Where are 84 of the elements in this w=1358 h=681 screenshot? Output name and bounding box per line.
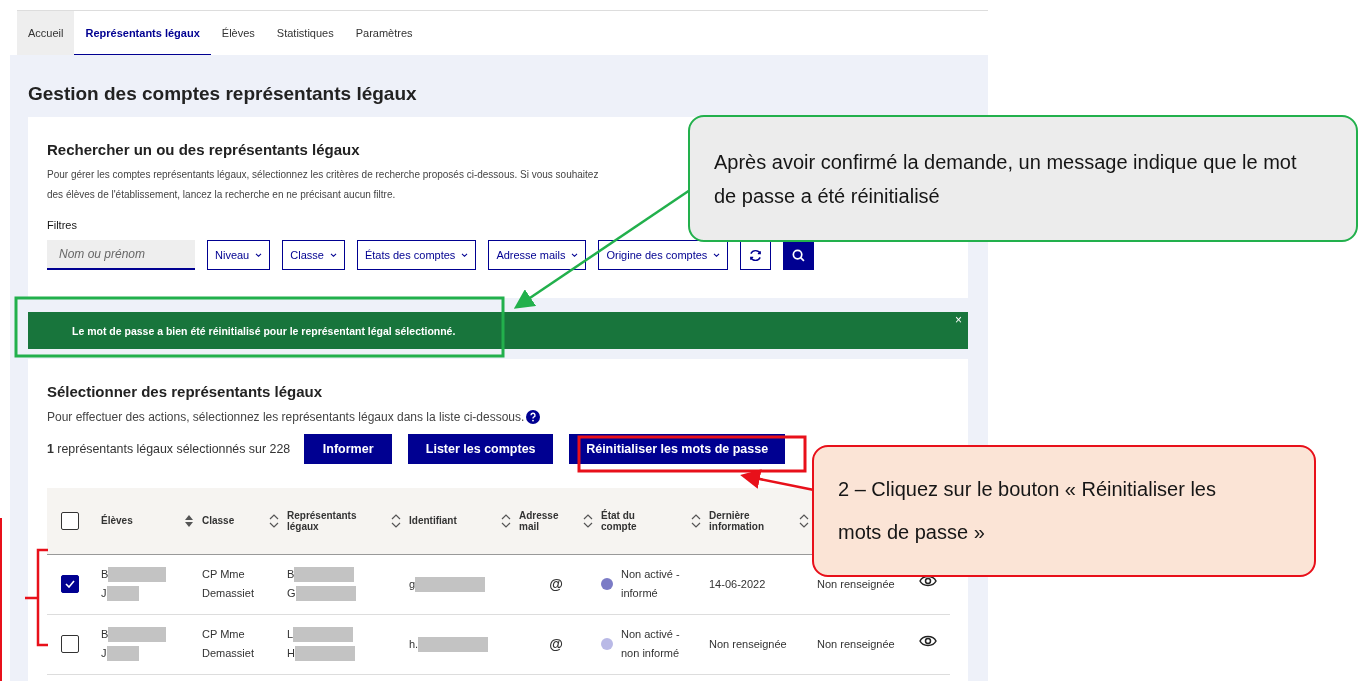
nav-tab[interactable]: Paramètres: [344, 11, 424, 55]
column-header: Identifiant: [409, 515, 457, 527]
redacted-name: H: [287, 646, 295, 661]
chevron-down-icon: [713, 252, 721, 258]
table-cell: Non renseignée: [817, 637, 895, 650]
column-header: Classe: [202, 515, 235, 527]
filter-dropdown[interactable]: Niveau: [207, 240, 271, 270]
redacted-identifier: g: [409, 576, 416, 592]
description-text: des élèves de l'établissement, lancez la recherche en ne précisant aucun filtre.: [47, 188, 396, 202]
redaction-bar: [106, 646, 139, 661]
sort-icon[interactable]: [583, 513, 593, 528]
sort-icon[interactable]: [799, 513, 809, 528]
search-icon: [791, 247, 807, 263]
sort-icon[interactable]: [184, 513, 194, 528]
table-cell: CP Mme Demassiet: [202, 628, 254, 659]
table-cell: 14-06-2022: [709, 577, 766, 590]
eye-icon[interactable]: [919, 574, 937, 588]
checkmark-icon: [65, 580, 75, 588]
redacted-name: B: [101, 567, 109, 582]
alert-message: Le mot de passe a bien été réinitialisé pour le représentant légal sélectionné.: [72, 324, 456, 337]
redaction-bar: [106, 586, 139, 601]
section-title: Rechercher un ou des représentants légaux: [47, 141, 361, 158]
redaction-bar: [295, 586, 356, 601]
column-header: Dernière information: [709, 509, 765, 532]
callout-text: Après avoir confirmé la demande, un message indique que le mot de passe a été réinitialisé: [714, 149, 1298, 209]
redaction-bar: [294, 646, 355, 661]
page-title: Gestion des comptes représentants légaux: [28, 83, 418, 105]
status-text: Non activé - non informé: [621, 627, 681, 661]
chevron-down-icon: [255, 252, 263, 258]
refresh-icon: [748, 247, 764, 263]
chevron-down-icon: [571, 252, 579, 258]
selection-count: 1 représentants légaux sélectionnés sur 228: [47, 442, 291, 456]
nav-tab[interactable]: Accueil: [17, 11, 75, 55]
table-cell: CP Mme Demassiet: [202, 568, 254, 599]
checkbox[interactable]: [61, 575, 79, 593]
checkbox[interactable]: [61, 511, 79, 530]
table-cell: Non renseignée: [817, 577, 895, 590]
redaction-bar: [294, 567, 355, 582]
section-title: Sélectionner des représentants légaux: [47, 383, 324, 400]
action-button[interactable]: Informer: [304, 434, 393, 464]
filter-dropdown[interactable]: Adresse mails: [488, 240, 587, 270]
sort-icon[interactable]: [269, 513, 279, 528]
filters-label: Filtres: [47, 219, 78, 231]
redaction-bar: [293, 627, 354, 642]
sort-icon[interactable]: [691, 513, 701, 528]
table-cell: Non renseignée: [709, 637, 787, 650]
filter-dropdown[interactable]: États des comptes: [356, 240, 477, 270]
description-text: Pour gérer les comptes représentants légaux, sélectionnez les critères de recherche proposés ci-dessous. Si vous souhaitez: [47, 168, 599, 182]
nav-tab[interactable]: Statistiques: [265, 11, 345, 55]
action-button[interactable]: Lister les comptes: [408, 434, 554, 464]
search-button[interactable]: [783, 240, 815, 270]
callout-text: 2 – Cliquez sur le bouton « Réinitialiser les mots de passe »: [838, 477, 1217, 545]
table-cell: @: [549, 575, 563, 592]
column-header: État du compte: [601, 509, 638, 532]
eye-icon[interactable]: [919, 634, 937, 648]
reset-button[interactable]: [740, 240, 772, 270]
filter-dropdown[interactable]: Origine des comptes: [598, 240, 729, 270]
redacted-name: B: [287, 567, 295, 582]
name-search-field[interactable]: Nom ou prénom: [47, 240, 195, 270]
close-button[interactable]: ×: [955, 313, 962, 327]
column-header: Représentants légaux: [287, 509, 358, 532]
help-text: Pour effectuer des actions, sélectionnez les représentants légaux dans la liste ci-dessous.: [47, 410, 525, 424]
sort-icon[interactable]: [391, 513, 401, 528]
redaction-bar: [418, 636, 489, 652]
redaction-bar: [108, 627, 167, 642]
redacted-name: J: [101, 646, 107, 661]
redaction-bar: [415, 576, 486, 592]
column-header: Adresse mail: [519, 509, 560, 532]
redaction-bar: [108, 567, 167, 582]
nav-tab[interactable]: Élèves: [210, 11, 266, 55]
help-icon[interactable]: [526, 410, 541, 424]
table-cell: @: [549, 635, 563, 652]
redacted-identifier: h.: [409, 636, 419, 652]
redacted-name: G: [287, 586, 296, 601]
filter-dropdown[interactable]: Classe: [282, 240, 345, 270]
redacted-name: J: [101, 586, 107, 601]
redacted-name: L: [287, 627, 294, 642]
redacted-name: B: [101, 627, 109, 642]
chevron-down-icon: [329, 252, 337, 258]
column-header: Élèves: [101, 515, 133, 527]
sort-icon[interactable]: [501, 513, 511, 528]
chevron-down-icon: [461, 252, 469, 258]
status-text: Non activé - informé: [621, 567, 681, 601]
checkbox[interactable]: [61, 635, 79, 653]
